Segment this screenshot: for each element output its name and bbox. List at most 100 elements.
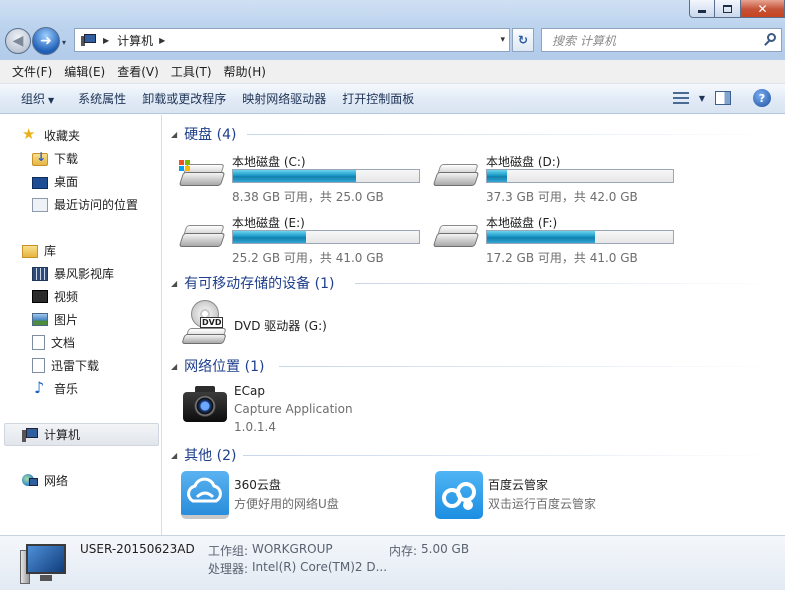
- chevron-down-icon: ▼: [48, 96, 55, 105]
- sidebar-item-music[interactable]: 音乐: [32, 378, 78, 397]
- menu-help[interactable]: 帮助(H): [218, 63, 272, 80]
- sidebar-item-computer[interactable]: 计算机: [22, 426, 80, 443]
- sidebar-item-recent-places[interactable]: 最近访问的位置: [32, 196, 138, 213]
- sidebar-item-videos[interactable]: 视频: [32, 288, 78, 305]
- menu-edit[interactable]: 编辑(E): [58, 63, 111, 80]
- group-header-removable[interactable]: ◢ 有可移动存储的设备 (1): [171, 273, 334, 293]
- recent-places-icon: [32, 197, 48, 212]
- hard-drive-icon: [432, 158, 480, 194]
- window-titlebar: ✕ ◀ ➜ ▾ ▶ 计算机 ▶ ▾ ↻ 搜索 计算机: [0, 0, 785, 60]
- recent-pages-dropdown[interactable]: ▾: [62, 38, 66, 47]
- computer-icon: [22, 427, 38, 443]
- thunder-download-icon: [32, 358, 45, 373]
- drive-name: 本地磁盘 (D:): [486, 155, 561, 169]
- drive-f[interactable]: 本地磁盘 (F:) 17.2 GB 可用，共 41.0 GB: [432, 209, 683, 265]
- drive-name: 本地磁盘 (F:): [486, 216, 558, 230]
- memory-label: 内存:: [389, 544, 418, 558]
- sidebar-item-desktop[interactable]: 桌面: [32, 173, 78, 190]
- other-item-360yunpan[interactable]: 360云盘 方便好用的网络U盘: [181, 471, 411, 523]
- other-item-baidu-cloud[interactable]: 百度云管家 双击运行百度云管家: [435, 471, 665, 523]
- location-description: Capture Application: [234, 402, 353, 416]
- breadcrumb-separator-icon[interactable]: ▶: [159, 36, 165, 45]
- group-header-network-locations[interactable]: ◢ 网络位置 (1): [171, 356, 264, 376]
- breadcrumb-computer[interactable]: 计算机: [117, 32, 153, 49]
- collapse-icon[interactable]: ◢: [171, 362, 177, 371]
- windows-logo-icon: [179, 160, 191, 172]
- video-icon: [32, 290, 48, 303]
- drive-usage-bar: [486, 230, 674, 244]
- group-divider: [247, 134, 777, 135]
- dvd-badge: DVD: [200, 317, 224, 328]
- maximize-button[interactable]: [715, 0, 741, 18]
- menu-tools[interactable]: 工具(T): [165, 63, 218, 80]
- uninstall-program-button[interactable]: 卸载或更改程序: [135, 90, 233, 107]
- commandbar-right: ▼ ?: [672, 89, 771, 107]
- organize-button[interactable]: 组织 ▼: [14, 90, 61, 107]
- workgroup-value: WORKGROUP: [252, 542, 333, 556]
- cloud-app-icon: [181, 471, 229, 519]
- desktop-icon: [32, 176, 48, 189]
- search-input[interactable]: 搜索 计算机: [541, 28, 782, 52]
- sidebar-item-pictures[interactable]: 图片: [32, 311, 78, 328]
- sidebar-item-favorites[interactable]: 收藏夹: [22, 125, 80, 144]
- view-options-chevron-icon[interactable]: ▼: [699, 94, 705, 103]
- dvd-drive-icon: DVD: [181, 300, 229, 346]
- address-dropdown-icon[interactable]: ▾: [500, 35, 505, 45]
- organize-label: 组织: [21, 92, 46, 106]
- open-control-panel-button[interactable]: 打开控制面板: [335, 90, 421, 107]
- sidebar-item-label: 下载: [54, 152, 79, 166]
- address-bar[interactable]: ▶ 计算机 ▶ ▾: [74, 28, 510, 52]
- document-icon: [32, 335, 45, 350]
- network-location-ecap[interactable]: ECap Capture Application 1.0.1.4: [181, 384, 411, 436]
- app-description: 双击运行百度云管家: [488, 497, 597, 511]
- sidebar-item-label: 库: [44, 244, 57, 258]
- back-button[interactable]: ◀: [5, 28, 31, 54]
- sidebar-item-label: 暴风影视库: [54, 267, 115, 281]
- drive-e[interactable]: 本地磁盘 (E:) 25.2 GB 可用，共 41.0 GB: [178, 209, 429, 265]
- close-icon: ✕: [757, 1, 768, 16]
- collapse-icon[interactable]: ◢: [171, 279, 177, 288]
- sidebar-item-label: 计算机: [44, 428, 81, 442]
- search-icon[interactable]: [763, 33, 777, 47]
- drive-usage-fill: [233, 231, 306, 243]
- sidebar-item-label: 视频: [54, 290, 79, 304]
- drive-c[interactable]: 本地磁盘 (C:) 8.38 GB 可用，共 25.0 GB: [178, 148, 429, 204]
- collapse-icon[interactable]: ◢: [171, 451, 177, 460]
- sidebar-item-baofeng-library[interactable]: 暴风影视库: [32, 265, 114, 282]
- content-pane: ◢ 硬盘 (4) 本地磁盘 (C:) 8.38 GB 可用，共 25.0 GB …: [163, 115, 785, 535]
- menu-view[interactable]: 查看(V): [111, 63, 165, 80]
- refresh-button[interactable]: ↻: [512, 28, 534, 52]
- forward-button[interactable]: ➜: [32, 27, 60, 55]
- preview-pane-icon[interactable]: [715, 91, 731, 105]
- sidebar-item-libraries[interactable]: 库: [22, 242, 56, 259]
- dvd-drive-g[interactable]: DVD DVD 驱动器 (G:): [181, 300, 381, 348]
- system-drive-icon: [178, 158, 226, 194]
- group-header-harddisks[interactable]: ◢ 硬盘 (4): [171, 124, 236, 144]
- cloud-icon: [187, 477, 222, 503]
- sidebar-item-thunder-downloads[interactable]: 迅雷下载: [32, 357, 99, 374]
- breadcrumb-separator-icon[interactable]: ▶: [103, 36, 109, 45]
- minimize-button[interactable]: [689, 0, 715, 18]
- sidebar-item-downloads[interactable]: 下载: [32, 150, 78, 167]
- drive-usage-fill: [487, 170, 508, 182]
- group-header-other[interactable]: ◢ 其他 (2): [171, 445, 236, 465]
- forward-arrow-icon: ➜: [40, 33, 52, 49]
- menu-file[interactable]: 文件(F): [6, 63, 58, 80]
- sidebar-item-documents[interactable]: 文档: [32, 334, 75, 351]
- change-view-icon[interactable]: [672, 91, 689, 105]
- sidebar-item-network[interactable]: 网络: [22, 472, 68, 489]
- help-icon[interactable]: ?: [753, 89, 771, 107]
- system-properties-button[interactable]: 系统属性: [71, 90, 133, 107]
- drive-name: DVD 驱动器 (G:): [234, 319, 327, 333]
- drive-usage-fill: [233, 170, 356, 182]
- map-network-drive-button[interactable]: 映射网络驱动器: [235, 90, 333, 107]
- drive-usage-bar: [232, 230, 420, 244]
- drive-d[interactable]: 本地磁盘 (D:) 37.3 GB 可用，共 42.0 GB: [432, 148, 683, 204]
- camera-icon: [181, 384, 229, 424]
- close-button[interactable]: ✕: [741, 0, 785, 18]
- downloads-folder-icon: [32, 150, 48, 166]
- sidebar-item-label: 迅雷下载: [51, 359, 100, 373]
- group-divider: [279, 366, 777, 367]
- collapse-icon[interactable]: ◢: [171, 130, 177, 139]
- group-title: 有可移动存储的设备 (1): [184, 276, 335, 292]
